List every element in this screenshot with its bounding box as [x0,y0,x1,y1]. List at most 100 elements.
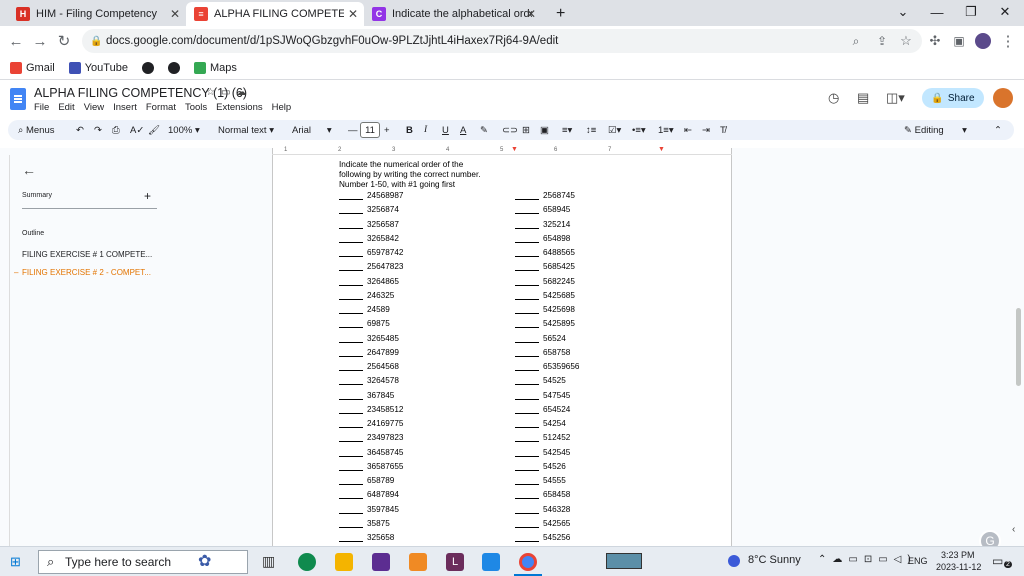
answer-blank[interactable] [515,249,539,257]
left-number-row[interactable]: 36587655 [339,457,403,471]
outline-item-exercise-1[interactable]: FILING EXERCISE # 1 COMPETE... [22,250,152,259]
left-number-row[interactable]: 2564568 [339,357,399,371]
answer-blank[interactable] [339,491,363,500]
star-icon[interactable]: ☆ [206,87,221,98]
reload-icon[interactable]: ↻ [54,31,74,51]
answer-blank[interactable] [339,506,363,514]
answer-blank[interactable] [515,534,539,542]
answer-blank[interactable] [515,349,539,357]
answer-blank[interactable] [515,263,539,272]
right-indent-marker-icon[interactable]: ▼ [658,146,665,153]
answer-blank[interactable] [515,363,539,371]
left-number-row[interactable]: 325658 [339,528,394,542]
browser-tab-indicate[interactable]: C Indicate the alphabetical order c ✕ [364,2,542,26]
file-explorer-icon[interactable] [335,553,353,571]
decrease-font-size-icon[interactable]: — [348,120,358,140]
bookmark-globe-1[interactable] [141,61,154,74]
answer-blank[interactable] [515,520,539,528]
paint-format-icon[interactable]: 🖌 [148,120,160,140]
answer-blank[interactable] [339,406,363,414]
answer-blank[interactable] [339,192,363,200]
answer-blank[interactable] [515,306,539,314]
right-number-row[interactable]: 547545 [515,386,570,400]
close-window-button[interactable]: ✕ [988,0,1022,24]
answer-blank[interactable] [339,377,363,386]
undo-icon[interactable]: ↶ [76,120,84,140]
expand-side-panel-icon[interactable]: ‹ [1012,524,1015,535]
word-icon[interactable] [482,553,500,571]
side-panel-icon[interactable]: ▣ [949,31,969,51]
menu-format[interactable]: Format [146,102,176,113]
right-number-row[interactable]: 542545 [515,443,570,457]
right-number-row[interactable]: 54526 [515,457,566,471]
answer-blank[interactable] [515,392,539,400]
left-number-row[interactable]: 658789 [339,471,394,485]
font-select[interactable]: Arial ▾ [292,120,332,140]
right-number-row[interactable]: 542565 [515,514,570,528]
answer-blank[interactable] [339,278,363,286]
vertical-scrollbar[interactable] [1016,308,1021,386]
bold-icon[interactable]: B [406,120,413,140]
left-number-row[interactable]: 246325 [339,286,394,300]
minimize-button[interactable]: — [920,0,954,24]
profile-avatar[interactable] [973,31,993,51]
spellcheck-icon[interactable]: A✓ [130,120,144,140]
browser-tab-alpha[interactable]: ≡ ALPHA FILING COMPETENCY (1) ✕ [186,2,364,26]
text-color-icon[interactable]: A [460,120,466,140]
highlight-icon[interactable]: ✎ [480,120,488,140]
new-tab-button[interactable]: + [548,2,573,26]
italic-icon[interactable]: I [424,120,427,140]
clock-date[interactable]: 2023-11-12 [936,562,981,572]
weather-text[interactable]: 8°C Sunny [748,554,801,566]
answer-blank[interactable] [339,335,363,343]
print-icon[interactable]: ⎙ [112,120,120,140]
answer-blank[interactable] [339,206,363,215]
maximize-button[interactable]: ❐ [954,0,988,24]
right-number-row[interactable]: 54254 [515,414,566,428]
left-indent-marker-icon[interactable]: ▼ [511,146,518,153]
collapse-toolbar-icon[interactable]: ⌃ [994,120,1002,140]
answer-blank[interactable] [339,477,363,485]
left-number-row[interactable]: 3265842 [339,229,399,243]
right-number-row[interactable]: 5425685 [515,286,575,300]
menu-insert[interactable]: Insert [113,102,137,113]
bookmark-globe-2[interactable] [167,61,180,74]
menu-view[interactable]: View [84,102,104,113]
close-outline-arrow-icon[interactable]: ← [22,162,36,178]
answer-blank[interactable] [339,434,363,443]
edge-icon[interactable] [298,553,316,571]
align-icon[interactable]: ≡▾ [562,120,572,140]
editing-mode-select[interactable]: ✎ Editing ▾ [904,120,967,140]
answer-blank[interactable] [339,520,363,528]
right-number-row[interactable]: 5685425 [515,257,575,272]
numbered-list-icon[interactable]: 1≡▾ [658,120,674,140]
menu-edit[interactable]: Edit [58,102,74,113]
answer-blank[interactable] [515,192,539,200]
mail-icon[interactable] [409,553,427,571]
answer-blank[interactable] [339,392,363,400]
outline-item-exercise-2[interactable]: FILING EXERCISE # 2 - COMPET... [22,268,151,277]
tray-icons[interactable]: ⌃☁▭⊡▭◁) [818,554,917,565]
right-number-row[interactable]: 5682245 [515,272,575,286]
redo-icon[interactable]: ↷ [94,120,102,140]
browser-tab-him[interactable]: H HIM - Filing Competency ✕ [8,2,186,26]
close-tab-icon[interactable]: ✕ [348,7,358,21]
zoom-icon[interactable]: ⌕ [846,31,866,51]
left-number-row[interactable]: 24169775 [339,414,403,428]
close-tab-icon[interactable]: ✕ [526,7,536,21]
answer-blank[interactable] [339,235,363,243]
bookmark-youtube[interactable]: YouTube [68,61,128,74]
right-number-row[interactable]: 545256 [515,528,570,542]
right-number-row[interactable]: 2568745 [515,186,575,200]
answer-blank[interactable] [339,449,363,457]
answer-blank[interactable] [515,420,539,428]
menus-search-button[interactable]: ⌕ Menus [18,120,54,140]
left-number-row[interactable]: 23497823 [339,428,403,443]
answer-blank[interactable] [339,320,363,329]
share-button[interactable]: 🔒 Share [922,88,984,108]
share-page-icon[interactable]: ⇪ [872,31,892,51]
version-history-icon[interactable]: ◷ [828,90,839,106]
right-number-row[interactable]: 54525 [515,371,566,386]
answer-blank[interactable] [515,206,539,215]
forward-arrow-icon[interactable]: → [30,31,50,51]
